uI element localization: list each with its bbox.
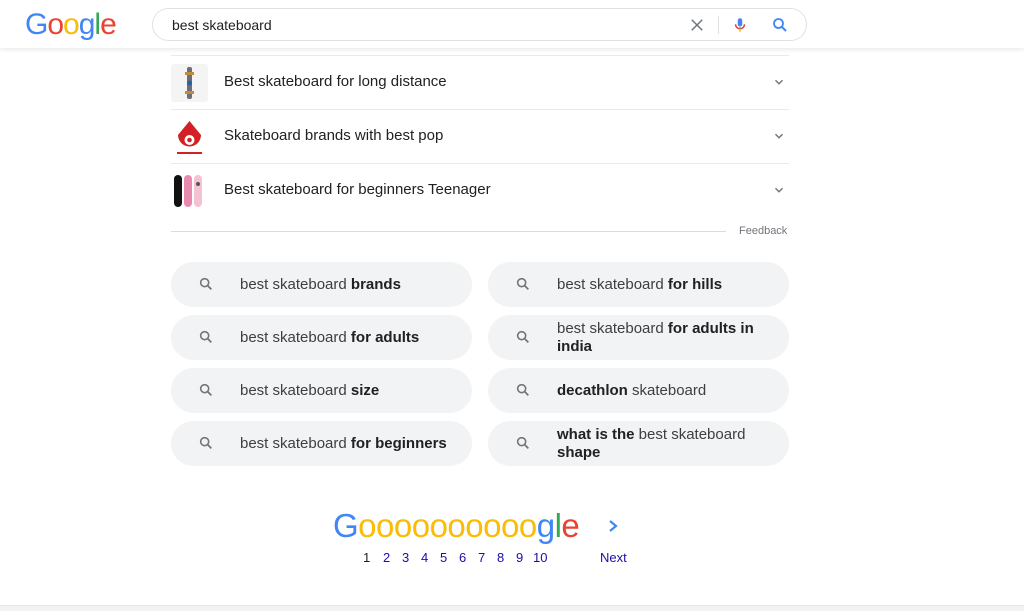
related-search-text: best skateboard brands	[240, 275, 401, 293]
related-search-chip[interactable]: what is the best skateboard shape	[488, 421, 789, 466]
skateboard-thumbnail	[171, 64, 208, 102]
logo-letter: g	[78, 8, 96, 41]
chevron-down-icon[interactable]	[772, 183, 786, 197]
logo-letter: o	[63, 8, 80, 41]
search-icon	[516, 436, 529, 449]
page-link[interactable]: 2	[383, 550, 390, 565]
related-search-chip[interactable]: best skateboard for adults in india	[488, 315, 789, 360]
microphone-icon[interactable]	[731, 16, 749, 34]
pager-logo-G: G	[333, 507, 359, 544]
logo-letter: o	[47, 8, 64, 41]
search-icon	[199, 277, 212, 290]
google-logo[interactable]: Google	[25, 8, 117, 41]
page-link-current: 1	[363, 550, 371, 565]
question-text: Best skateboard for beginners Teenager	[224, 181, 491, 198]
related-search-text: best skateboard for hills	[557, 275, 723, 293]
feedback-link[interactable]: Feedback	[739, 225, 787, 237]
related-search-chip[interactable]: best skateboard brands	[171, 262, 472, 307]
page-link[interactable]: 9	[516, 550, 523, 565]
clear-icon[interactable]	[688, 16, 706, 34]
skateboard-decks-thumbnail	[171, 172, 208, 210]
search-icon	[516, 277, 529, 290]
related-search-text: decathlon skateboard	[557, 381, 707, 399]
chevron-down-icon[interactable]	[772, 75, 786, 89]
search-box[interactable]	[152, 8, 807, 41]
pager-logo-e: e	[561, 507, 580, 544]
logo-letter: e	[100, 8, 117, 41]
question-text: Best skateboard for long distance	[224, 73, 447, 90]
page-link[interactable]: 6	[459, 550, 466, 565]
search-icon	[199, 330, 212, 343]
search-input[interactable]	[172, 14, 672, 36]
related-search-chip[interactable]: best skateboard for adults	[171, 315, 472, 360]
brand-logo-thumbnail	[171, 118, 208, 156]
question-row[interactable]: Skateboard brands with best pop	[171, 109, 789, 163]
page-link[interactable]: 5	[440, 550, 447, 565]
search-icon[interactable]	[771, 16, 789, 34]
header: Google	[0, 0, 1024, 48]
page-link[interactable]: 10	[533, 550, 547, 565]
pager-logo: Goooooooooogle	[333, 506, 580, 546]
pager-logo-g: g	[536, 507, 555, 544]
search-icon	[516, 330, 529, 343]
next-chevron-icon[interactable]	[606, 518, 620, 534]
question-row[interactable]: Best skateboard for beginners Teenager	[171, 163, 789, 217]
related-search-text: best skateboard for beginners	[240, 434, 447, 452]
search-icon	[199, 436, 212, 449]
related-search-text: what is the best skateboard shape	[557, 425, 746, 461]
page-link[interactable]: 8	[497, 550, 504, 565]
pager-logo-os: oooooooooo	[358, 507, 537, 544]
related-search-chip[interactable]: best skateboard size	[171, 368, 472, 413]
search-divider	[718, 16, 719, 34]
question-text: Skateboard brands with best pop	[224, 127, 444, 144]
related-search-chip[interactable]: best skateboard for hills	[488, 262, 789, 307]
related-search-text: best skateboard for adults	[240, 328, 420, 346]
next-page-link[interactable]: Next	[600, 550, 627, 565]
page-link[interactable]: 3	[402, 550, 409, 565]
related-search-chip[interactable]: decathlon skateboard	[488, 368, 789, 413]
page-link[interactable]: 7	[478, 550, 485, 565]
search-icon	[516, 383, 529, 396]
related-search-text: best skateboard for adults in india	[557, 319, 754, 355]
page-link[interactable]: 4	[421, 550, 428, 565]
related-search-chip[interactable]: best skateboard for beginners	[171, 421, 472, 466]
logo-letter: G	[25, 8, 48, 41]
question-row[interactable]: Best skateboard for long distance	[171, 55, 789, 109]
footer-divider	[0, 605, 1024, 611]
chevron-down-icon[interactable]	[772, 129, 786, 143]
feedback-divider	[171, 231, 726, 232]
related-search-text: best skateboard size	[240, 381, 380, 399]
search-icon	[199, 383, 212, 396]
